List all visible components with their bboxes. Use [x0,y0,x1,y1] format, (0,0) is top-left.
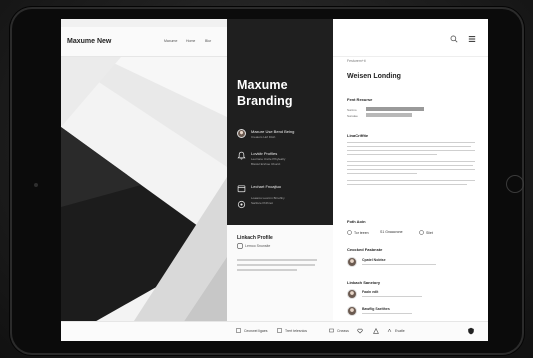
chip-2[interactable]: S1 Gnaacrone [380,230,403,234]
nav-item-2[interactable]: Home [186,39,195,43]
detail-panel: Festurem+ti Weisen Londing Fent Rexurse … [333,19,488,341]
app-title[interactable]: Maxume New [67,38,111,45]
middle-bottom-sub: Lemoo Snunsite [245,244,271,248]
toolbar-button-2[interactable]: Trert telesnios [277,328,307,333]
hero-line-2: Branding [237,94,293,108]
chip-label: Tor teeen [354,230,369,235]
shield-icon[interactable] [467,327,475,335]
list-item[interactable]: Bawflig Saelthes [347,306,477,318]
menu-item-2[interactable]: Lovkitr Profiles Leorrane Uncle Pthyleaf… [237,151,329,173]
nav-item-1[interactable]: Maxume [164,39,177,43]
avatar [347,306,357,316]
chip-label: S1 Gnaacrone [380,230,403,234]
toolbar-button-label: Trert telesnios [285,328,308,333]
text-line [347,161,475,163]
hero-line-1: Maxume [237,78,288,92]
page-title: Weisen Londing [347,73,401,80]
menu-item-title: Maxure Use Bend Being [251,129,295,134]
menu-item-sub: Loaaros Leormn Brnoflny [251,196,285,200]
progress-bar [366,113,412,117]
menu-icon[interactable] [468,35,476,43]
shape-icon[interactable] [373,328,379,334]
bell-icon [237,151,246,160]
search-icon[interactable] [450,35,458,43]
toolbar-button-label: Evatle [395,328,405,333]
circle-icon [419,230,424,235]
toolbar-button-3[interactable]: Cneass [329,328,349,333]
layout-icon [329,328,334,333]
text-line [347,173,417,175]
left-panel: Maxume New Maxume Home Blur [61,19,227,341]
text-line [347,169,475,171]
tablet-screen: iPad ✈ ᯤ ✱ ▮ Maxume New Maxume Home Blur [61,19,488,341]
image-icon [236,328,241,333]
text-line [347,180,475,182]
field-label: Suntno [347,108,357,112]
text-icon [277,328,282,333]
text-line [362,296,422,298]
hero-title: Maxume Branding [237,77,293,109]
text-line [347,150,475,152]
menu-item-1[interactable]: Maxure Use Bend Being Creators Hof Fitsh [237,129,329,143]
field-label: Sunslee [347,114,358,118]
clock-icon [347,230,352,235]
middle-bottom-title: Linkach Profile [237,235,273,241]
front-camera [34,183,38,187]
hero-panel: Maxume Branding Maxure Use Bend Being Cr… [227,19,333,341]
avatar [237,129,246,138]
device-background: iPad ✈ ᯤ ✱ ▮ Maxume New Maxume Home Blur [0,0,533,358]
person-name: Bawflig Saelthes [362,307,390,311]
list-item[interactable]: Cpatel Nobtse [347,257,477,269]
list-item[interactable]: Faaln edlt [347,289,477,301]
text-line [347,184,467,186]
progress-bar [366,107,424,111]
avatar [347,289,357,299]
text-line [237,264,315,266]
text-line [347,142,475,144]
menu-item-sub-2: Bisstul Ershoe Ubucct [251,162,281,166]
calendar-icon [237,185,246,193]
section-heading: Foth Aoin [347,219,366,224]
text-line [347,154,437,156]
person-name: Faaln edlt [362,290,379,294]
menu-item-3[interactable]: Lechart Fnoajtuo Loaaros Leormn Brnoflny… [237,184,329,212]
bottom-toolbar: Cecnwei ligaes Trert telesnios Cneass Ev… [227,321,488,341]
right-topbar [333,27,488,57]
section-heading: Ceocked Fasbnste [347,247,383,252]
share-icon [237,196,246,209]
left-bottom-strip [61,321,227,341]
chip-3[interactable]: Sliet [419,230,433,235]
text-style-icon [387,328,392,333]
text-line [347,146,471,148]
section-heading: Linkach Saneiory [347,280,381,285]
link-icon [237,243,243,249]
menu-item-title: Lechart Fnoajtuo [251,184,282,189]
menu-item-sub-2: Sartfere Prdhnot [251,201,274,205]
toolbar-button-label: Cecnwei ligaes [244,328,268,333]
home-button[interactable] [506,175,524,193]
menu-item-sub: Leorrane Uncle Pthyleafiy [251,157,286,161]
section-heading: Fent Rexurse [347,97,373,102]
toolbar-button-4[interactable]: Evatle [387,328,405,333]
text-line [347,165,473,167]
chip-1[interactable]: Tor teeen [347,230,369,235]
avatar [347,257,357,267]
toolbar-button-label: Cneass [337,328,349,333]
text-line [237,269,297,271]
nav-item-3[interactable]: Blur [205,39,211,43]
person-name: Cpatel Nobtse [362,258,386,262]
text-line [237,259,317,261]
text-line [362,313,412,315]
chip-label: Sliet [426,230,433,235]
toolbar-button-1[interactable]: Cecnwei ligaes [236,328,268,333]
heart-icon[interactable] [357,328,363,334]
menu-item-sub: Creators Hof Fitsh [251,135,276,139]
menu-item-title: Lovkitr Profiles [251,151,278,156]
section-heading: LinaCriffite [347,133,369,138]
text-line [362,264,436,266]
breadcrumb[interactable]: Festurem+ti [347,59,366,63]
geometric-artwork [61,57,227,341]
